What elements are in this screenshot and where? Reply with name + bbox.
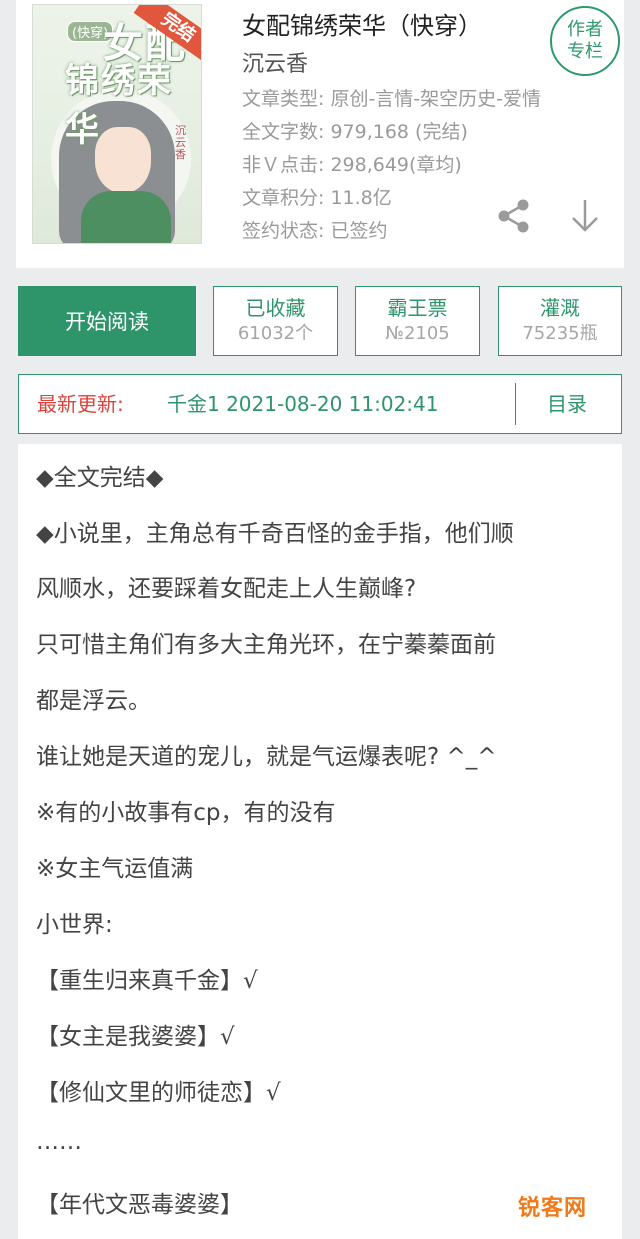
share-icon[interactable] — [494, 196, 534, 236]
synopsis-line: 小世界: — [36, 912, 113, 938]
synopsis-line: ※女主气运值满 — [36, 856, 194, 882]
synopsis-line: 只可惜主角们有多大主角光环，在宁蓁蓁面前 — [36, 632, 496, 658]
author-column-button[interactable]: 作者 专栏 — [550, 6, 620, 76]
nutrient-count: 75235瓶 — [522, 323, 598, 344]
latest-chapter-link[interactable]: 千金1 2021-08-20 11:02:41 — [167, 375, 439, 433]
latest-update-bar: 最新更新: 千金1 2021-08-20 11:02:41 目录 — [18, 374, 622, 434]
book-info-card: (快穿) 女配 锦绣荣华 沉云香 完结 女配锦绣荣华（快穿） 沉云香 文章类型:… — [16, 0, 624, 268]
ticket-rank: №2105 — [385, 323, 450, 344]
cover-signature: 沉云香 — [175, 124, 186, 161]
synopsis-panel: ◆全文完结◆ ◆小说里，主角总有千奇百怪的金手指，他们顺 风顺水，还要踩着女配走… — [18, 444, 622, 1239]
download-icon[interactable] — [568, 196, 602, 236]
synopsis-line: 都是浮云。 — [36, 688, 151, 714]
synopsis-line: ◆全文完结◆ — [36, 465, 164, 491]
divider — [515, 383, 516, 425]
author-column-label-2: 专栏 — [567, 41, 603, 62]
synopsis-line: ◆小说里，主角总有千奇百怪的金手指，他们顺 — [36, 521, 514, 547]
synopsis-line: 谁让她是天道的宠儿，就是气运爆表呢? ^_^ — [36, 744, 497, 770]
meta-article-type: 文章类型: 原创-言情-架空历史-爱情 — [242, 88, 542, 110]
cover-figure-dress — [81, 191, 171, 243]
meta-word-count: 全文字数: 979,168 (完结) — [242, 121, 468, 143]
favorite-button[interactable]: 已收藏 61032个 — [213, 286, 338, 356]
book-cover[interactable]: (快穿) 女配 锦绣荣华 沉云香 完结 — [32, 4, 202, 244]
favorite-label: 已收藏 — [245, 296, 306, 320]
nutrient-label: 灌溉 — [540, 296, 580, 320]
favorite-count: 61032个 — [237, 323, 314, 344]
meta-clicks: 非Ｖ点击: 298,649(章均) — [242, 154, 462, 176]
synopsis-line: 【修仙文里的师徒恋】√ — [36, 1080, 281, 1106]
table-of-contents-link[interactable]: 目录 — [547, 375, 587, 433]
synopsis-line: 风顺水，还要踩着女配走上人生巅峰? — [36, 576, 417, 602]
author-column-label-1: 作者 — [567, 19, 603, 40]
site-watermark: 锐客网 — [518, 1196, 588, 1221]
nutrient-button[interactable]: 灌溉 75235瓶 — [498, 286, 622, 356]
latest-update-label: 最新更新: — [37, 392, 124, 416]
synopsis-line: ※有的小故事有cp，有的没有 — [36, 800, 336, 826]
book-title: 女配锦绣荣华（快穿） — [242, 12, 482, 40]
overlord-ticket-button[interactable]: 霸王票 №2105 — [355, 286, 480, 356]
ticket-label: 霸王票 — [387, 296, 448, 320]
start-reading-button[interactable]: 开始阅读 — [18, 286, 196, 356]
author-name[interactable]: 沉云香 — [242, 46, 308, 78]
synopsis-line: 【重生归来真千金】√ — [36, 968, 258, 994]
synopsis-line: …… — [36, 1129, 82, 1155]
synopsis-line: 【年代文恶毒婆婆】 — [36, 1192, 243, 1218]
synopsis-line: 【女主是我婆婆】√ — [36, 1024, 235, 1050]
